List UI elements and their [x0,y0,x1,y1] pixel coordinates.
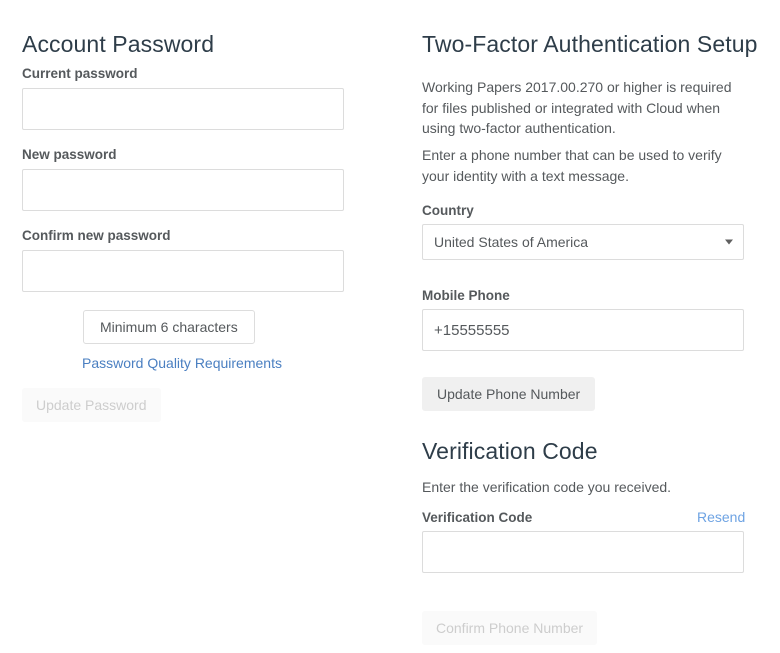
verification-code-title: Verification Code [422,437,598,465]
confirm-phone-number-button[interactable]: Confirm Phone Number [422,611,597,645]
two-factor-requirement-text: Working Papers 2017.00.270 or higher is … [422,77,732,139]
verification-instruction-text: Enter the verification code you received… [422,477,671,498]
new-password-label: New password [22,146,117,163]
resend-code-link[interactable]: Resend [697,509,745,525]
two-factor-instruction-text: Enter a phone number that can be used to… [422,145,722,186]
country-select[interactable]: United States of America [422,224,744,260]
minimum-characters-button[interactable]: Minimum 6 characters [83,310,255,344]
current-password-input[interactable] [22,88,344,130]
verification-code-input[interactable] [422,531,744,573]
settings-page: Account Password Current password New pa… [0,0,780,653]
country-select-value: United States of America [422,224,744,260]
confirm-new-password-input[interactable] [22,250,344,292]
password-quality-requirements-link[interactable]: Password Quality Requirements [82,355,282,371]
two-factor-title: Two-Factor Authentication Setup [422,30,758,58]
update-phone-number-button[interactable]: Update Phone Number [422,377,595,411]
confirm-new-password-label: Confirm new password [22,227,171,244]
mobile-phone-label: Mobile Phone [422,287,510,304]
update-password-button[interactable]: Update Password [22,388,161,422]
current-password-label: Current password [22,65,138,82]
verification-code-label: Verification Code [422,509,532,526]
country-label: Country [422,202,474,219]
chevron-down-icon [725,240,733,245]
mobile-phone-input[interactable] [422,309,744,351]
new-password-input[interactable] [22,169,344,211]
account-password-title: Account Password [22,30,214,58]
